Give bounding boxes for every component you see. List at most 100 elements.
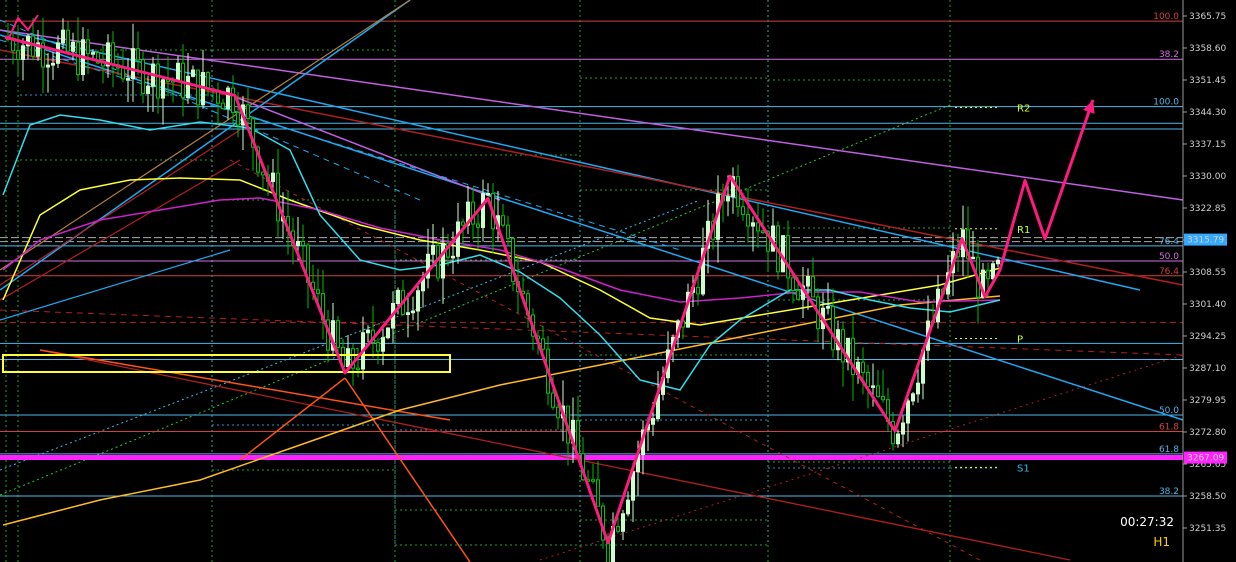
- candle-body: [786, 235, 790, 279]
- price-chart[interactable]: 100.038.2100.076.450.076.450.061.861.838…: [0, 0, 1236, 562]
- candle-body: [726, 196, 730, 202]
- candle-body: [461, 221, 465, 226]
- candle-body: [621, 513, 625, 532]
- candle-body: [866, 372, 870, 388]
- marked-price-label: 3267.09: [1187, 454, 1224, 464]
- candle-body: [741, 206, 745, 215]
- candle-body: [551, 392, 555, 408]
- candle-body: [576, 419, 580, 455]
- candle-body: [826, 306, 830, 309]
- pivot-label-S1: S1: [1017, 463, 1030, 474]
- candle-body: [276, 172, 280, 222]
- candle-body: [136, 48, 140, 61]
- fib-label-0: 100.0: [1153, 12, 1179, 22]
- pivot-label-R1: R1: [1017, 225, 1030, 236]
- candle-body: [296, 241, 300, 247]
- price-tick-label-3: 3344.30: [1189, 108, 1226, 118]
- candle-body: [51, 62, 55, 66]
- candle-body: [486, 192, 490, 196]
- fib-label-2: 100.0: [1153, 98, 1179, 108]
- price-tick-label-4: 3337.15: [1189, 140, 1226, 150]
- candle-body: [746, 213, 750, 227]
- candle-body: [396, 289, 400, 305]
- candle-body: [381, 337, 385, 352]
- candle-body: [206, 72, 210, 90]
- candle-body: [186, 75, 190, 99]
- fib-label-8: 61.8: [1159, 445, 1179, 455]
- candle-body: [46, 64, 50, 68]
- timeframe-label: H1: [1153, 535, 1170, 549]
- candle-body: [191, 69, 195, 77]
- candle-body: [346, 348, 350, 368]
- price-tick-label-11: 3287.10: [1189, 364, 1226, 374]
- price-tick-label-10: 3294.25: [1189, 332, 1226, 342]
- candle-body: [831, 306, 835, 351]
- candle-body: [126, 78, 130, 81]
- candle-body: [131, 48, 135, 80]
- fib-label-7: 61.8: [1159, 423, 1179, 433]
- candle-body: [806, 275, 810, 287]
- candle-body: [236, 111, 240, 126]
- candle-body: [861, 361, 865, 374]
- price-tick-label-13: 3272.80: [1189, 428, 1226, 438]
- bar-countdown-timer: 00:27:32: [1120, 515, 1174, 529]
- candle-body: [456, 221, 460, 257]
- candle-body: [71, 41, 75, 52]
- candle-body: [161, 79, 165, 99]
- fib-label-1: 38.2: [1159, 50, 1179, 60]
- candle-body: [811, 275, 815, 298]
- candle-body: [406, 312, 410, 316]
- candle-body: [991, 263, 995, 280]
- candle-body: [596, 479, 600, 507]
- candle-body: [221, 102, 225, 110]
- candle-body: [231, 87, 235, 113]
- candle-body: [876, 385, 880, 397]
- candle-body: [376, 341, 380, 352]
- pivot-label-R2: R2: [1017, 104, 1030, 115]
- candle-body: [86, 39, 90, 55]
- candle-body: [841, 329, 845, 363]
- fib-label-4: 50.0: [1159, 252, 1179, 262]
- candle-body: [301, 241, 305, 246]
- fib-label-9: 38.2: [1159, 487, 1179, 497]
- candle-body: [626, 499, 630, 515]
- candle-body: [916, 382, 920, 395]
- candle-body: [791, 277, 795, 291]
- candle-body: [631, 471, 635, 501]
- candle-body: [76, 41, 80, 76]
- price-tick-label-15: 3258.50: [1189, 492, 1226, 502]
- price-tick-label-1: 3358.60: [1189, 44, 1226, 54]
- candle-body: [271, 172, 275, 182]
- candle-body: [881, 395, 885, 401]
- candle-body: [61, 29, 65, 44]
- candle-body: [121, 67, 125, 80]
- candle-body: [901, 422, 905, 435]
- candle-body: [176, 62, 180, 82]
- candle-body: [696, 286, 700, 295]
- candle-body: [111, 42, 115, 66]
- candle-body: [481, 193, 485, 228]
- candle-body: [906, 400, 910, 424]
- candle-body: [66, 29, 70, 52]
- price-tick-label-2: 3351.45: [1189, 76, 1226, 86]
- fib-label-6: 50.0: [1159, 406, 1179, 416]
- price-tick-label-12: 3279.95: [1189, 396, 1226, 406]
- candle-body: [411, 310, 415, 314]
- candle-body: [616, 525, 620, 532]
- candle-body: [591, 479, 595, 482]
- candle-body: [91, 52, 95, 55]
- price-tick-label-6: 3322.85: [1189, 204, 1226, 214]
- candle-body: [871, 385, 875, 388]
- price-tick-label-0: 3365.75: [1189, 12, 1226, 22]
- candle-body: [356, 367, 360, 371]
- candle-body: [796, 289, 800, 300]
- candle-body: [156, 63, 160, 99]
- candle-body: [756, 222, 760, 232]
- fib-label-5: 76.4: [1159, 267, 1179, 277]
- price-tick-label-5: 3330.00: [1189, 172, 1226, 182]
- candle-body: [336, 320, 340, 348]
- candle-body: [56, 42, 60, 64]
- pivot-label-P: P: [1017, 334, 1023, 345]
- candle-body: [556, 406, 560, 419]
- candle-body: [366, 329, 370, 334]
